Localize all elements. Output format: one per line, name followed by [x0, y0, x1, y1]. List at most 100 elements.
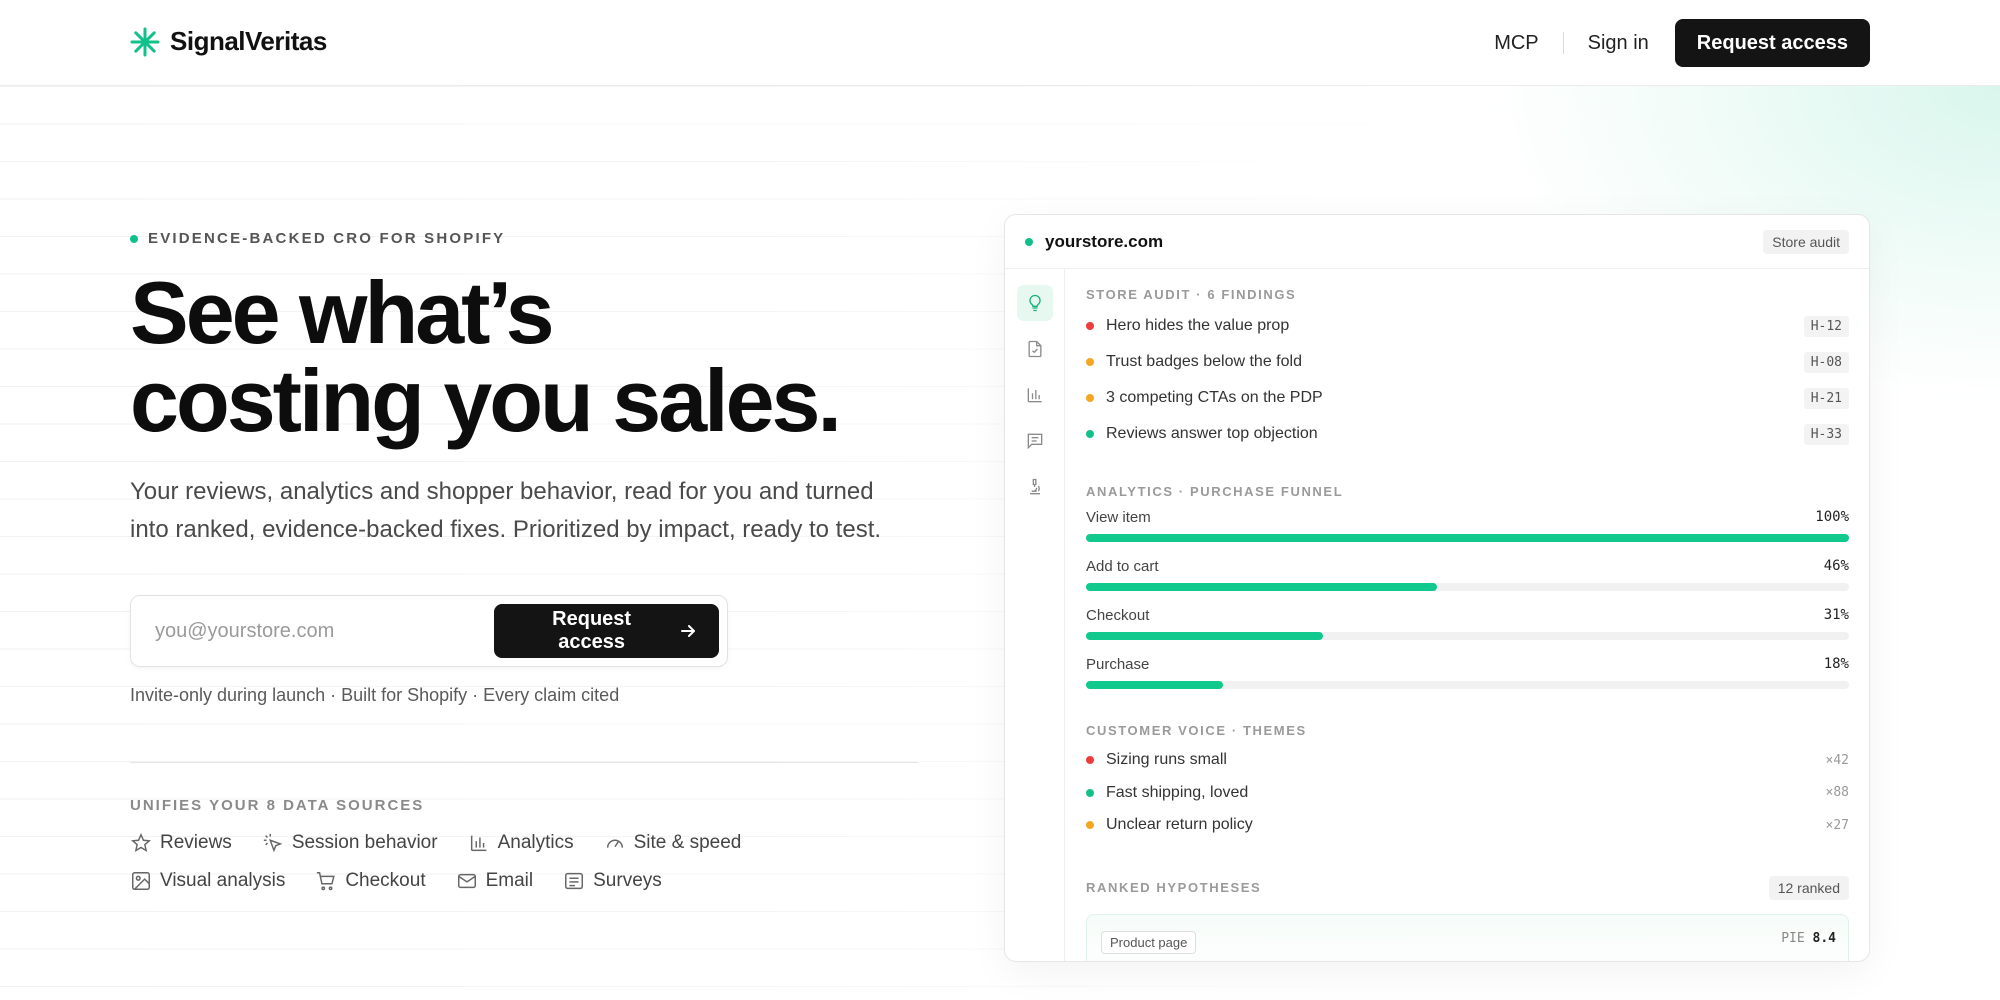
store-domain: yourstore.com — [1025, 232, 1163, 252]
hypothesis-card[interactable]: Product page PIE 8.4 — [1086, 913, 1849, 961]
survey-icon — [565, 872, 584, 890]
microscope-icon — [1029, 478, 1040, 495]
request-access-label: Request access — [552, 608, 632, 653]
message-icon — [1027, 433, 1042, 450]
finding-text: Trust badges below the fold — [1106, 353, 1302, 370]
funnel-step: Purchase 18% — [1086, 656, 1849, 689]
funnel-step-label: View item — [1086, 509, 1151, 526]
rail-audit-button[interactable] — [1016, 285, 1053, 321]
sources-title: UNIFIES YOUR 8 DATA SOURCES — [130, 797, 425, 814]
funnel-step: View item 100% — [1086, 509, 1849, 542]
source-label: Session behavior — [291, 832, 438, 853]
source-label: Checkout — [345, 870, 426, 891]
card-content: STORE AUDIT · 6 FINDINGS Hero hides the … — [1065, 269, 1869, 961]
funnel-step-pct: 18% — [1823, 656, 1849, 672]
page-tag: Product page — [1101, 930, 1197, 954]
themes-list: Sizing runs small ×42 Fast shipping, lov… — [1086, 744, 1849, 842]
funnel-bar-track — [1086, 681, 1849, 689]
star-icon — [130, 832, 152, 853]
source-analytics: Analytics — [468, 832, 574, 854]
store-audit-card: yourstore.com Store audit STORE AUDIT · — [1004, 214, 1870, 962]
source-label: Visual analysis — [160, 870, 286, 891]
hero-eyebrow: EVIDENCE-BACKED CRO FOR SHOPIFY — [130, 230, 930, 247]
theme-row[interactable]: Sizing runs small ×42 — [1086, 744, 1849, 777]
source-session-behavior: Session behavior — [262, 832, 438, 854]
request-access-button[interactable]: Request access — [494, 604, 719, 658]
rail-analytics-button[interactable] — [1017, 377, 1053, 413]
hypotheses-header: RANKED HYPOTHESES 12 ranked — [1086, 875, 1849, 900]
hero-headline: See what’s costing you sales. — [130, 269, 930, 445]
pie-label: PIE — [1781, 930, 1805, 946]
finding-row[interactable]: 3 competing CTAs on the PDP H-21 — [1086, 380, 1849, 416]
finding-row[interactable]: Trust badges below the fold H-08 — [1086, 344, 1849, 380]
funnel-step-label: Checkout — [1086, 607, 1150, 624]
severity-dot-red — [1086, 756, 1094, 765]
theme-row[interactable]: Fast shipping, loved ×88 — [1086, 777, 1849, 810]
source-email: Email — [456, 870, 534, 892]
severity-dot-green — [1086, 788, 1094, 797]
header-request-access-button[interactable]: Request access — [1674, 19, 1870, 67]
source-label: Email — [485, 870, 534, 891]
finding-code: H-08 — [1803, 351, 1849, 373]
theme-text: Unclear return policy — [1106, 816, 1253, 834]
audit-title: STORE AUDIT · 6 FINDINGS — [1086, 287, 1297, 302]
pie-value: 8.4 — [1812, 930, 1836, 946]
theme-row[interactable]: Unclear return policy ×27 — [1086, 809, 1849, 842]
finding-code: H-12 — [1803, 315, 1849, 337]
ranked-count-badge: 12 ranked — [1768, 875, 1849, 900]
finding-row[interactable]: Hero hides the value prop H-12 — [1086, 308, 1849, 344]
gauge-icon — [606, 839, 623, 848]
image-icon — [132, 872, 150, 890]
source-site-speed: Site & speed — [604, 832, 742, 854]
rail-report-button[interactable] — [1017, 331, 1053, 367]
file-check-icon — [1028, 340, 1041, 358]
funnel-step-pct: 31% — [1823, 607, 1849, 623]
finding-text: 3 competing CTAs on the PDP — [1106, 389, 1323, 406]
finding-code: H-21 — [1803, 387, 1849, 409]
source-reviews: Reviews — [130, 832, 232, 854]
source-label: Site & speed — [633, 832, 742, 853]
funnel-bar-fill — [1086, 632, 1323, 640]
email-input[interactable] — [155, 619, 495, 643]
headline-line-1: See what’s — [130, 263, 555, 362]
brand-logo[interactable]: SignalVeritas — [130, 26, 327, 57]
theme-text: Sizing runs small — [1106, 751, 1227, 769]
theme-text: Fast shipping, loved — [1106, 783, 1249, 801]
source-visual-analysis: Visual analysis — [130, 870, 285, 892]
funnel-bar-track — [1086, 534, 1849, 542]
funnel-step-label: Purchase — [1086, 656, 1150, 673]
card-body: STORE AUDIT · 6 FINDINGS Hero hides the … — [1005, 269, 1869, 961]
nav-mcp-link[interactable]: MCP — [1470, 32, 1562, 55]
top-nav: MCP Sign in Request access — [1470, 18, 1870, 68]
rail-experiments-button[interactable] — [1017, 469, 1053, 505]
hero-fineprint: Invite-only during launch · Built for Sh… — [130, 685, 620, 705]
severity-dot-green — [1086, 430, 1094, 438]
funnel-step: Add to cart 46% — [1086, 558, 1849, 591]
severity-dot-red — [1086, 322, 1094, 330]
store-audit-badge: Store audit — [1763, 229, 1849, 254]
theme-count: ×27 — [1825, 817, 1849, 833]
source-label: Surveys — [593, 870, 662, 891]
headline-line-2: costing you sales. — [130, 351, 842, 450]
funnel-step-label: Add to cart — [1086, 558, 1159, 575]
funnel-bar-fill — [1086, 681, 1224, 689]
source-label: Reviews — [160, 832, 232, 853]
funnel-bar-track — [1086, 632, 1849, 640]
side-rail — [1005, 269, 1065, 961]
sign-in-link[interactable]: Sign in — [1564, 32, 1673, 55]
funnel-step: Checkout 31% — [1086, 607, 1849, 640]
funnel-bar-fill — [1086, 534, 1849, 542]
rail-messages-button[interactable] — [1017, 423, 1053, 459]
severity-dot-orange — [1086, 358, 1094, 366]
severity-dot-orange — [1086, 821, 1094, 830]
findings-list: Hero hides the value prop H-12 Trust bad… — [1086, 308, 1849, 452]
signup-form: Request access — [130, 595, 728, 667]
eyebrow-text: EVIDENCE-BACKED CRO FOR SHOPIFY — [148, 230, 506, 247]
arrow-right-icon — [681, 625, 696, 637]
cart-icon — [317, 872, 336, 891]
funnel-step-pct: 46% — [1823, 558, 1849, 574]
bar-chart-icon — [470, 835, 486, 852]
voice-title: CUSTOMER VOICE · THEMES — [1086, 723, 1307, 738]
finding-text: Reviews answer top objection — [1106, 425, 1318, 442]
finding-row[interactable]: Reviews answer top objection H-33 — [1086, 416, 1849, 452]
